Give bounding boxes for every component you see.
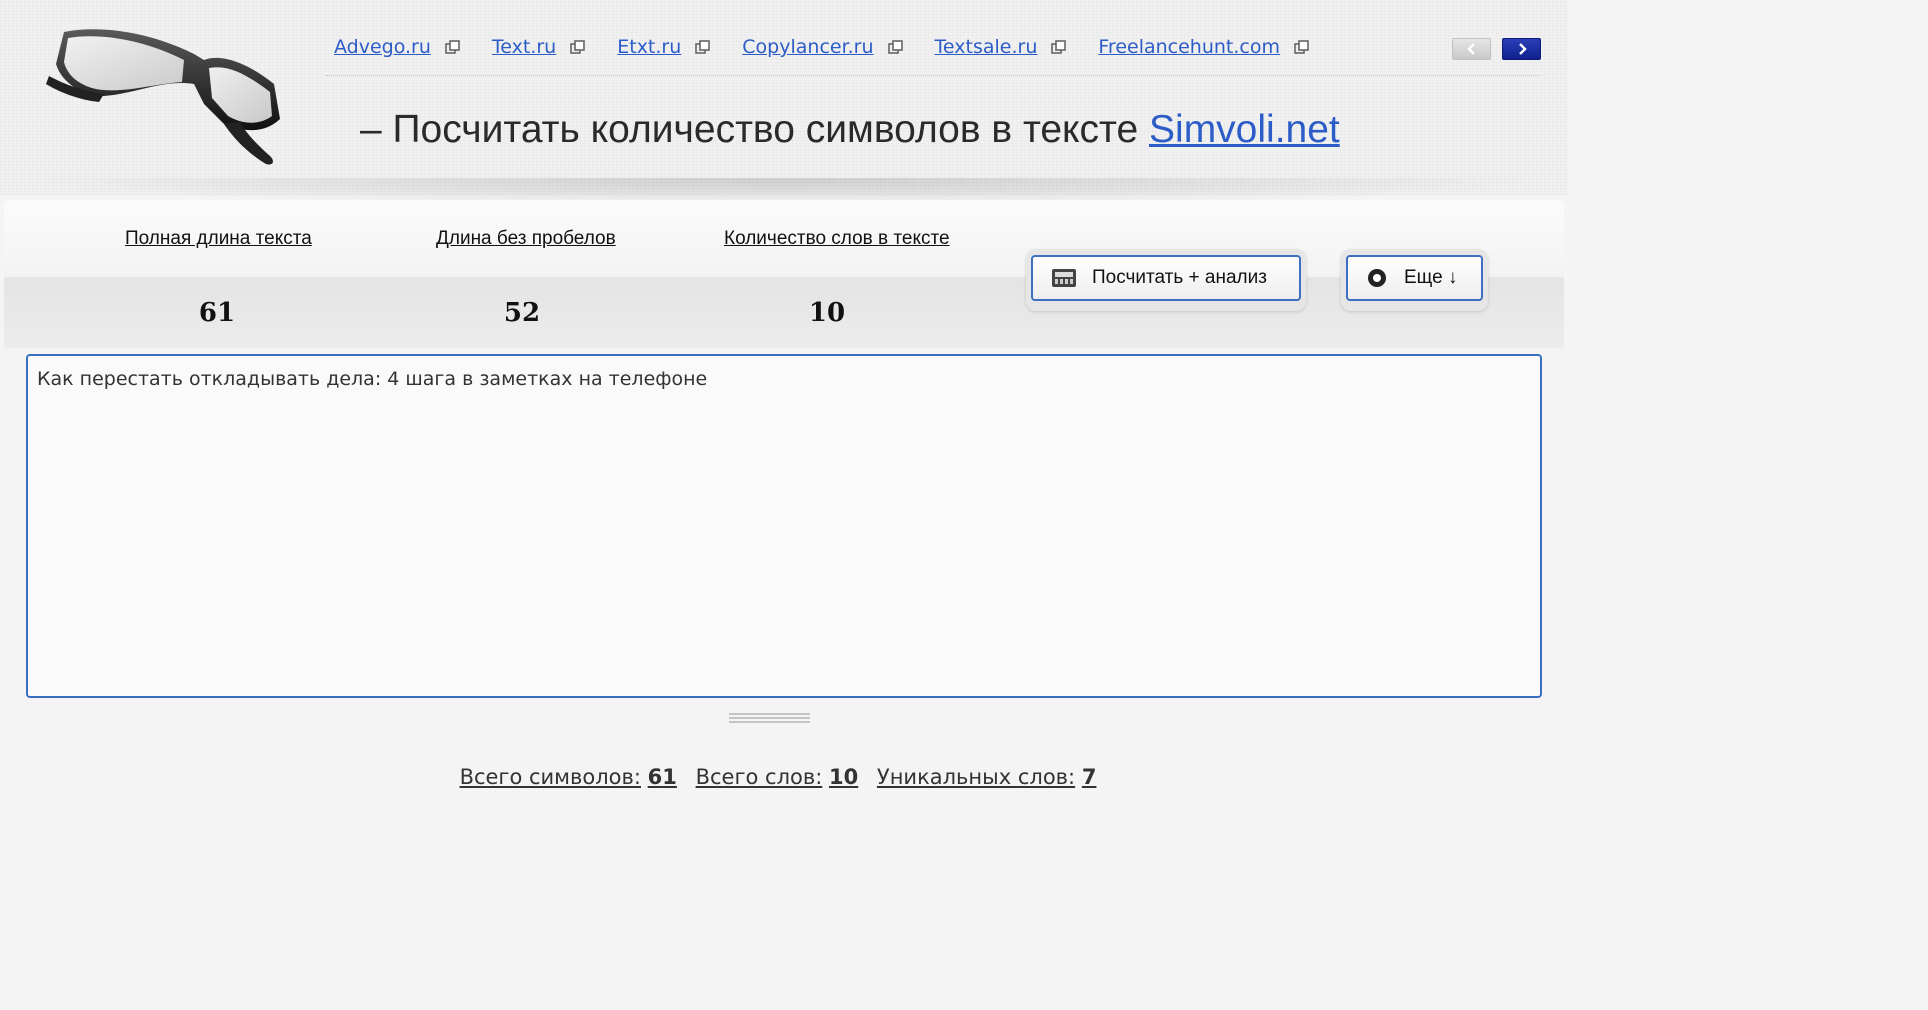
nav-link-text-ru[interactable]: Text.ru [491, 36, 586, 58]
chevron-right-icon [1518, 43, 1527, 55]
nav-link-textsale[interactable]: Textsale.ru [935, 36, 1067, 58]
more-button[interactable]: Еще ↓ [1346, 255, 1483, 301]
nav-link-label: Textsale.ru [934, 36, 1038, 58]
no-spaces-value: 52 [503, 298, 541, 328]
nav-link-advego[interactable]: Advego.ru [334, 36, 460, 58]
word-count-value: 10 [808, 298, 846, 328]
page-title: – Посчитать количество символов в тексте… [360, 108, 1340, 152]
no-spaces-label[interactable]: Длина без пробелов [436, 228, 616, 250]
total-chars-value: 61 [647, 765, 677, 789]
count-button-frame: Посчитать + анализ [1026, 249, 1306, 311]
word-count-label[interactable]: Количество слов в тексте [724, 228, 950, 250]
external-link-icon [445, 39, 460, 54]
pager-arrows [1452, 38, 1541, 60]
text-input-area[interactable]: Как перестать откладывать дела: 4 шага в… [26, 354, 1542, 698]
count-analyze-button[interactable]: Посчитать + анализ [1031, 255, 1301, 301]
nav-link-label: Freelancehunt.com [1098, 36, 1281, 58]
more-button-frame: Еще ↓ [1341, 249, 1488, 311]
total-words-label[interactable]: Всего слов: [696, 765, 823, 789]
full-length-value: 61 [198, 298, 236, 328]
full-length-label[interactable]: Полная длина текста [125, 228, 312, 250]
unique-words-value: 7 [1081, 765, 1097, 789]
next-button[interactable] [1502, 38, 1541, 60]
partner-links-nav: Advego.ru Text.ru Etxt.ru Copylancer.ru … [334, 33, 1341, 61]
nav-link-label: Text.ru [491, 36, 557, 58]
summary-bar: Всего символов: 61 Всего слов: 10 Уникал… [0, 765, 1568, 789]
total-words-value: 10 [828, 765, 859, 789]
external-link-icon [1051, 39, 1067, 54]
nav-link-label: Etxt.ru [617, 36, 682, 58]
external-link-icon [1294, 39, 1309, 54]
nav-divider [326, 75, 1540, 76]
calculator-icon [1052, 269, 1076, 287]
unique-words-label[interactable]: Уникальных слов: [877, 765, 1075, 789]
nav-link-copylancer[interactable]: Copylancer.ru [742, 36, 903, 58]
resize-handle[interactable] [729, 713, 810, 727]
nav-link-label: Copylancer.ru [742, 36, 874, 58]
chevron-left-icon [1466, 43, 1475, 55]
nav-link-freelancehunt[interactable]: Freelancehunt.com [1098, 36, 1309, 58]
external-link-icon [570, 39, 586, 54]
nav-link-etxt[interactable]: Etxt.ru [617, 36, 711, 58]
external-link-icon [887, 39, 903, 54]
external-link-icon [695, 39, 711, 54]
page-title-text: – Посчитать количество символов в тексте [360, 108, 1139, 151]
nav-link-label: Advego.ru [334, 36, 431, 58]
site-link[interactable]: Simvoli.net [1149, 108, 1340, 151]
total-chars-label[interactable]: Всего символов: [460, 765, 641, 789]
prev-button[interactable] [1452, 38, 1491, 60]
more-label: Еще ↓ [1404, 267, 1458, 288]
count-analyze-label: Посчитать + анализ [1092, 267, 1267, 288]
gear-icon [1368, 269, 1386, 287]
eyeglasses-logo [46, 29, 280, 165]
